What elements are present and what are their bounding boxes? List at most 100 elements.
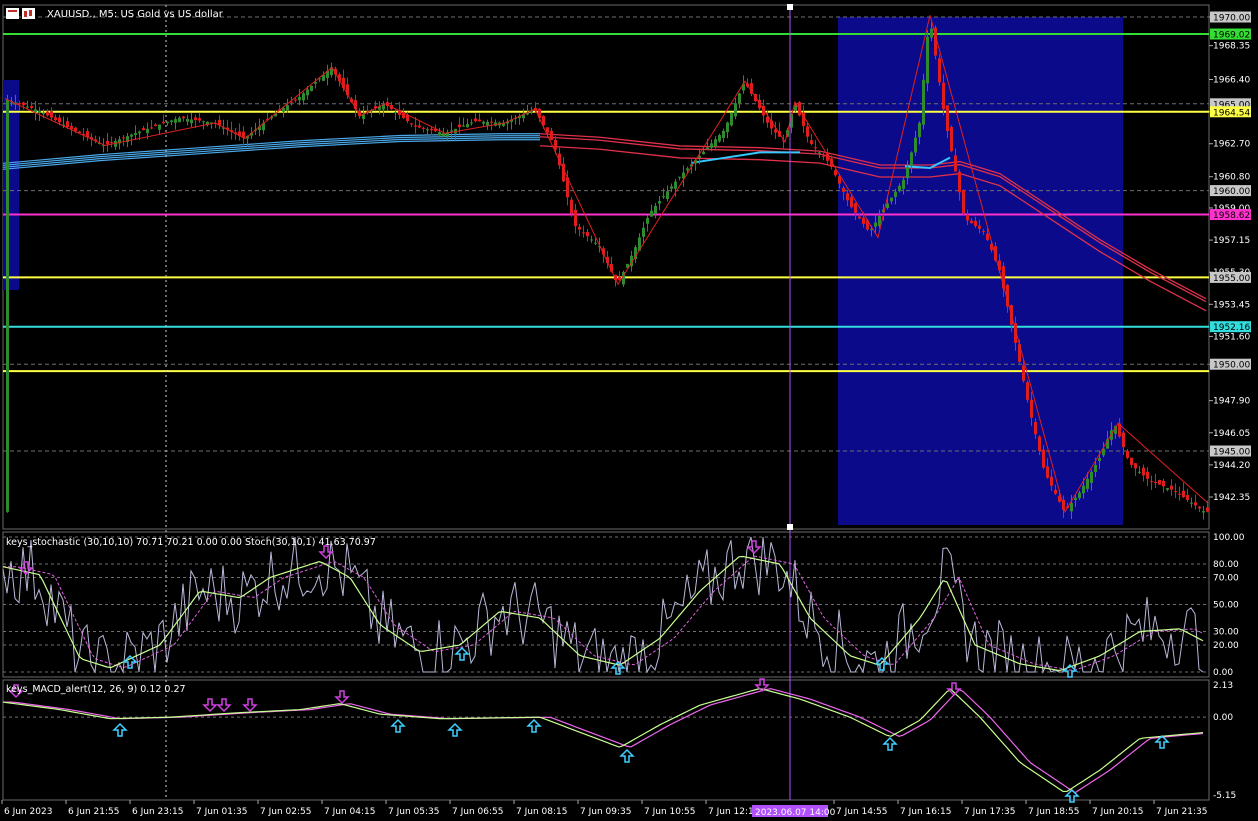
candle-body [150, 127, 153, 129]
candle-body [462, 125, 465, 127]
candle-body [202, 121, 205, 123]
candle-body [958, 171, 961, 193]
time-tick-label: 7 Jun 16:15 [900, 807, 951, 817]
candle-body [1206, 507, 1209, 512]
candle-body [154, 124, 157, 127]
price-level-label: 1969.02 [1213, 31, 1250, 41]
candle-body [38, 110, 41, 113]
candle-body [490, 121, 493, 123]
stoch-scale-label: 100.00 [1213, 533, 1245, 543]
candle-body [710, 143, 713, 148]
candle-body [822, 155, 825, 157]
candle-body [950, 126, 953, 152]
candle-body [986, 233, 989, 240]
time-tick-label: 7 Jun 12:15 [708, 807, 759, 817]
time-tick-label: 6 Jun 23:15 [132, 807, 183, 817]
candle-body [466, 123, 469, 128]
candle-body [858, 216, 861, 219]
highlight-zone [838, 17, 1123, 525]
candle-body [594, 242, 597, 244]
candle-body [962, 190, 965, 214]
candle-body [1166, 488, 1169, 490]
candle-body [582, 232, 585, 234]
symbol-title: XAUUSD., M5: US Gold vs US dollar [47, 9, 224, 20]
candle-body [414, 125, 417, 127]
candle-body [294, 99, 297, 101]
candle-body [422, 127, 425, 129]
candle-body [550, 130, 553, 140]
time-tick-label: 7 Jun 10:55 [644, 807, 695, 817]
candle-body [670, 186, 673, 189]
candle-body [1122, 432, 1125, 448]
price-tick-label: 1946.05 [1213, 429, 1250, 439]
candle-body [1146, 471, 1149, 479]
candle-body [982, 231, 985, 233]
candle-body [170, 120, 173, 122]
price-tick-label: 1957.15 [1213, 236, 1250, 246]
chart-type-icon-bar1 [24, 11, 27, 17]
candle-body [70, 126, 73, 130]
candle-body [1154, 481, 1157, 484]
candle-body [1034, 421, 1037, 435]
candle-body [930, 28, 933, 38]
candle-body [1174, 490, 1177, 492]
chart-window[interactable]: 1970.00 1968.35 1966.40 1964.54 1962.70 1960.… [0, 0, 1258, 818]
macd-title: keys_MACD_alert(12, 26, 9) 0.12 0.27 [6, 684, 186, 695]
candle-body [1078, 492, 1081, 499]
candle-body [662, 196, 665, 198]
candle-body [650, 210, 653, 217]
candle-body [718, 135, 721, 142]
candle-body [642, 227, 645, 237]
candle-body [1026, 382, 1029, 400]
chart-canvas[interactable]: 1970.00 1968.35 1966.40 1964.54 1962.70 1960.… [0, 0, 1258, 818]
candle-body [938, 58, 941, 83]
chart-menu-icon[interactable] [6, 8, 19, 19]
price-level-label: 1945.00 [1213, 447, 1250, 457]
price-level-label: 1970.00 [1213, 14, 1250, 24]
candle-body [1158, 479, 1161, 485]
candle-body [50, 111, 53, 118]
candle-body [874, 222, 877, 227]
candle-body [1022, 365, 1025, 381]
candle-body [966, 214, 969, 221]
candle-body [86, 131, 89, 138]
candle-body [1138, 471, 1141, 473]
time-tick-label: 6 Jun 21:55 [68, 807, 119, 817]
candle-body [1142, 467, 1145, 476]
candle-body [1126, 450, 1129, 458]
price-tick-label: 1947.90 [1213, 397, 1250, 407]
candle-body [654, 205, 657, 214]
time-tick-label: 7 Jun 18:55 [1028, 807, 1079, 817]
candle-body [702, 151, 705, 155]
candle-body [1190, 502, 1193, 504]
candle-body [286, 105, 289, 111]
candle-body [946, 105, 949, 132]
candle-body [394, 112, 397, 114]
candle-body [1046, 466, 1049, 478]
candle-body [1030, 399, 1033, 418]
chart-type-icon[interactable] [22, 8, 35, 19]
crosshair-handle-top[interactable] [787, 4, 793, 10]
price-tick-label: 1960.80 [1213, 173, 1250, 183]
candle-body [146, 128, 149, 134]
candle-body [862, 217, 865, 224]
price-tick-label: 1953.45 [1213, 300, 1250, 310]
price-tick-label: 1951.60 [1213, 332, 1250, 342]
candle-body [590, 239, 593, 241]
time-tick-label: 7 Jun 04:15 [324, 807, 375, 817]
candle-body [814, 147, 817, 149]
candle-body [134, 132, 137, 135]
candle-body [574, 209, 577, 227]
time-tick-label: 7 Jun 21:35 [1156, 807, 1207, 817]
price-tick-label: 1942.35 [1213, 493, 1250, 503]
crosshair-handle-bottom[interactable] [787, 524, 793, 530]
candle-body [58, 117, 61, 123]
candle-body [1070, 502, 1073, 512]
candle-body [22, 102, 25, 106]
price-tick-label: 1962.70 [1213, 140, 1250, 150]
candle-body [678, 176, 681, 178]
candle-body [1050, 476, 1053, 486]
candle-body [418, 125, 421, 128]
candle-body [178, 117, 181, 123]
candle-body [1090, 471, 1093, 483]
